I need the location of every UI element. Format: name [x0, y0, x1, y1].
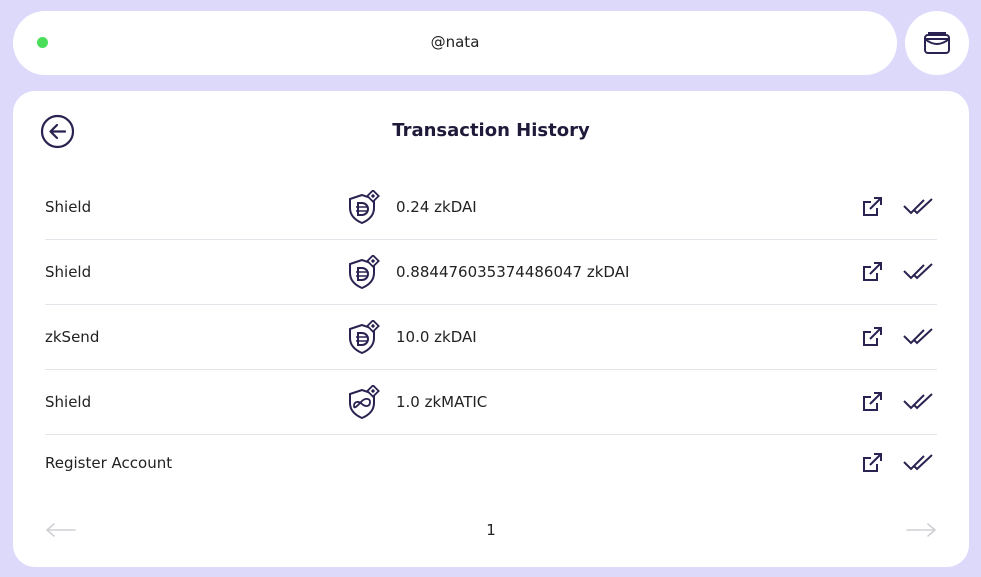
- transaction-row: Shield 1.0 zkMATIC: [45, 370, 937, 435]
- shield-dai-icon: [349, 320, 380, 355]
- page-title: Transaction History: [392, 120, 590, 141]
- transaction-type: Shield: [45, 198, 92, 216]
- external-link-icon[interactable]: [861, 261, 883, 283]
- account-bar: @nata: [13, 11, 897, 75]
- current-page-number: 1: [486, 521, 496, 539]
- transaction-type: Shield: [45, 393, 92, 411]
- transaction-row: Shield 0.884476035374486047 zkDAI: [45, 240, 937, 305]
- pagination: 1: [45, 515, 937, 547]
- transaction-row: Shield 0.24 zkDAI: [45, 175, 937, 240]
- double-check-icon: [903, 198, 933, 215]
- next-page-arrow-icon[interactable]: [905, 521, 937, 539]
- double-check-icon: [903, 328, 933, 345]
- external-link-icon[interactable]: [861, 452, 883, 474]
- transaction-row: zkSend 10.0 zkDAI: [45, 305, 937, 370]
- double-check-icon: [903, 454, 933, 471]
- external-link-icon[interactable]: [861, 196, 883, 218]
- shield-matic-icon: [349, 385, 380, 420]
- external-link-icon[interactable]: [861, 326, 883, 348]
- transaction-type: Register Account: [45, 454, 173, 472]
- wallet-icon: [924, 32, 950, 54]
- transaction-amount: 0.884476035374486047 zkDAI: [396, 263, 630, 281]
- shield-dai-icon: [349, 190, 380, 225]
- transaction-amount: 0.24 zkDAI: [396, 198, 477, 216]
- shield-dai-icon: [349, 255, 380, 290]
- transaction-history-card: Transaction History Shield 0.24 zkDAI Sh…: [13, 91, 969, 567]
- transaction-row: Register Account: [45, 435, 937, 491]
- double-check-icon: [903, 393, 933, 410]
- transaction-list: Shield 0.24 zkDAI Shield 0.8844760353744…: [45, 175, 937, 491]
- double-check-icon: [903, 263, 933, 280]
- username-label: @nata: [430, 33, 480, 51]
- transaction-amount: 1.0 zkMATIC: [396, 393, 488, 411]
- transaction-type: Shield: [45, 263, 92, 281]
- transaction-amount: 10.0 zkDAI: [396, 328, 477, 346]
- external-link-icon[interactable]: [861, 391, 883, 413]
- transaction-type: zkSend: [45, 328, 100, 346]
- wallet-button[interactable]: [905, 11, 969, 75]
